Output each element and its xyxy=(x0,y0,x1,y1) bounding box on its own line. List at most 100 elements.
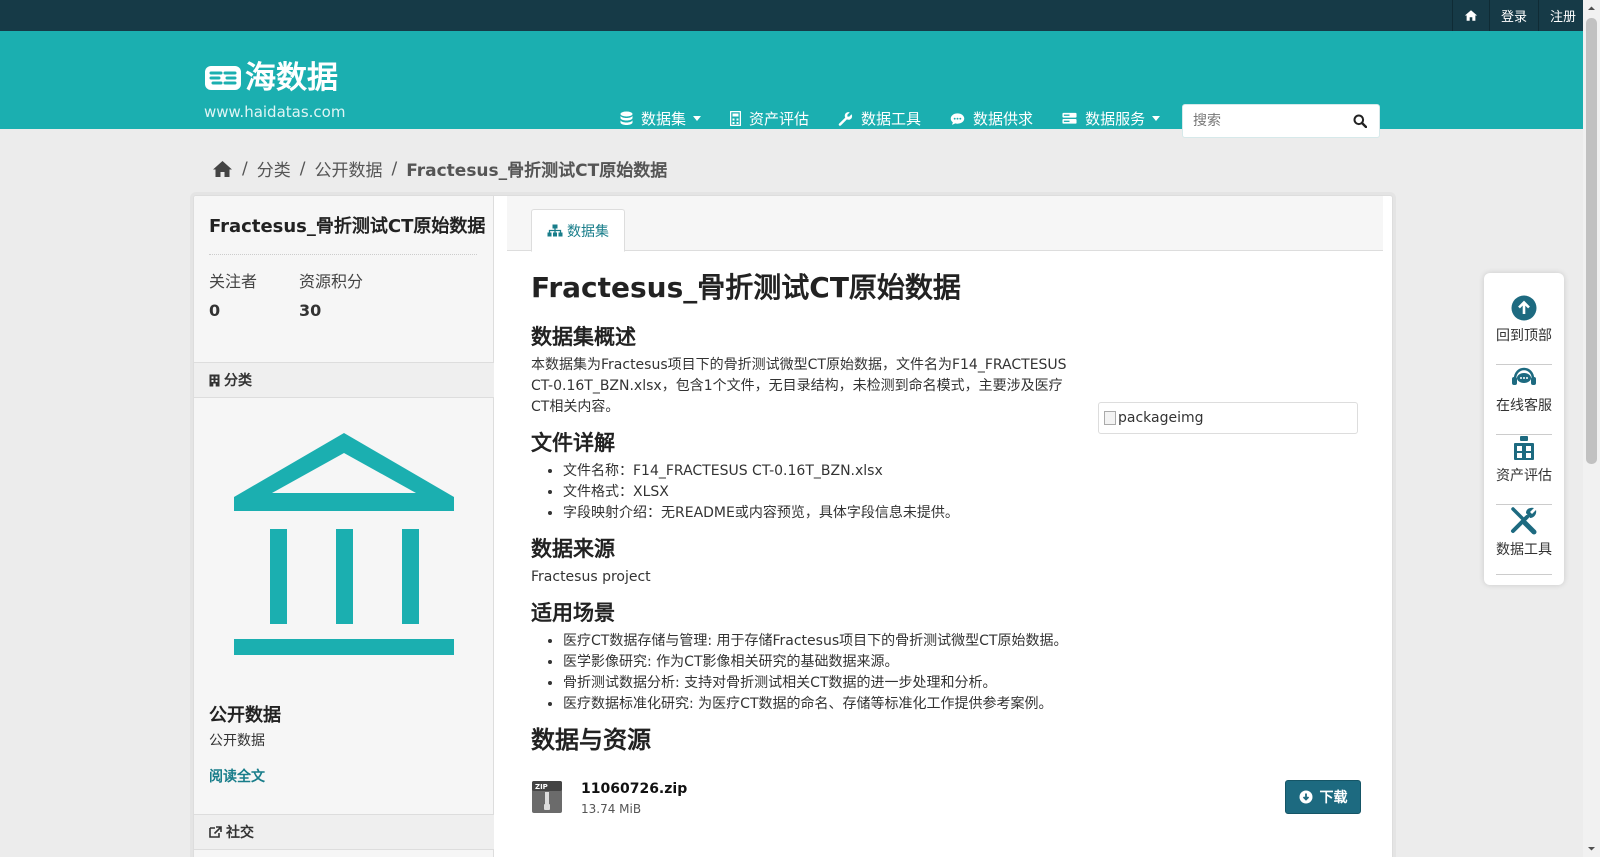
list-item: 文件格式：XLSX xyxy=(563,482,1361,503)
scroll-up-icon[interactable] xyxy=(1586,3,1597,14)
wrench-icon xyxy=(838,112,853,126)
usage-list: 医疗CT数据存储与管理: 用于存储Fractesus项目下的骨折测试微型CT原始… xyxy=(531,631,1361,715)
download-button[interactable]: 下载 xyxy=(1285,780,1361,814)
resource-item: ZIP 11060726.zip 13.74 MiB 下载 xyxy=(531,780,1361,840)
login-link[interactable]: 登录 xyxy=(1488,0,1538,31)
zip-badge-text: ZIP xyxy=(535,783,548,791)
download-label: 下载 xyxy=(1319,790,1348,806)
chevron-down-icon xyxy=(1152,116,1161,121)
headset-icon xyxy=(1512,367,1536,385)
data-tools-button[interactable]: 数据工具 xyxy=(1484,505,1564,575)
asset-assessment-label: 资产评估 xyxy=(1496,468,1552,484)
download-circle-icon xyxy=(1299,790,1312,804)
institution-icon[interactable] xyxy=(232,433,456,657)
assessment-icon xyxy=(1514,436,1534,460)
breadcrumb-separator: / xyxy=(299,158,306,179)
nav-supply-demand-label: 数据供求 xyxy=(973,110,1034,128)
list-item: 骨折测试数据分析: 支持对骨折测试相关CT数据的进一步处理和分析。 xyxy=(563,673,1361,694)
breadcrumb-separator: / xyxy=(391,158,398,179)
top-bar: 登录 注册 xyxy=(0,0,1600,31)
scrollbar[interactable] xyxy=(1583,0,1600,857)
account-links: 登录 注册 xyxy=(1451,0,1587,31)
organization-name: 公开数据 xyxy=(209,705,281,726)
category-header: 分类 xyxy=(194,362,494,398)
database-icon xyxy=(620,111,633,125)
search-icon xyxy=(1353,114,1367,128)
chevron-down-icon xyxy=(693,116,702,121)
data-tools-label: 数据工具 xyxy=(1496,542,1552,558)
source-text: Fractesus project xyxy=(531,569,651,585)
divider xyxy=(1496,574,1552,575)
social-header-label: 社交 xyxy=(226,825,254,841)
asset-assessment-button[interactable]: 资产评估 xyxy=(1484,435,1564,505)
scroll-down-icon[interactable] xyxy=(1586,843,1597,854)
nav-datasets[interactable]: 数据集 xyxy=(620,108,702,129)
logo-mark-icon xyxy=(205,66,241,90)
arrow-up-circle-icon xyxy=(1511,295,1537,321)
nav-supply-demand[interactable]: 数据供求 xyxy=(950,108,1033,129)
floating-toolbar: 回到顶部 在线客服 资产评估 数据工具 xyxy=(1484,273,1564,585)
breadcrumb-separator: / xyxy=(242,158,248,179)
list-item: 医疗数据标准化研究: 为医疗CT数据的命名、存储等标准化工作提供参考案例。 xyxy=(563,694,1361,715)
nav-data-services[interactable]: 数据服务 xyxy=(1062,108,1161,129)
nav-data-tools-label: 数据工具 xyxy=(861,110,922,128)
points-label: 资源积分 xyxy=(299,272,364,291)
resource-size: 13.74 MiB xyxy=(581,802,642,816)
nav-asset-assessment[interactable]: 资产评估 xyxy=(730,108,809,129)
main-nav: 数据集 资产评估 数据工具 数据供求 数据服务 xyxy=(620,108,1189,129)
package-image: packageimg xyxy=(1098,402,1358,434)
followers-count: 0 xyxy=(209,301,221,320)
list-item: 字段映射介绍：无README或内容预览，具体字段信息未提供。 xyxy=(563,503,1361,524)
points-value: 30 xyxy=(299,301,322,320)
building-icon xyxy=(209,374,220,386)
nav-asset-assessment-label: 资产评估 xyxy=(749,110,810,128)
brand-name: 海数据 xyxy=(245,60,338,96)
home-icon xyxy=(1464,10,1478,21)
nav-data-tools[interactable]: 数据工具 xyxy=(838,108,921,129)
online-service-button[interactable]: 在线客服 xyxy=(1484,365,1564,435)
search-button[interactable] xyxy=(1343,105,1377,137)
search-box xyxy=(1182,104,1380,138)
tab-dataset-label: 数据集 xyxy=(567,223,609,240)
tools-icon xyxy=(1511,507,1537,535)
home-link[interactable] xyxy=(1451,0,1489,31)
breadcrumb-current[interactable]: Fractesus_骨折测试CT原始数据 xyxy=(406,156,667,181)
page-wrapper: Fractesus_骨折测试CT原始数据 关注者 0 资源积分 30 分类 公开… xyxy=(193,195,1393,857)
back-to-top-label: 回到顶部 xyxy=(1496,328,1552,344)
source-heading: 数据来源 xyxy=(531,537,615,561)
masthead: 海数据 www.haidatas.com 数据集 资产评估 数据工具 数据供求 … xyxy=(0,31,1600,138)
chat-icon xyxy=(950,112,965,125)
overview-heading: 数据集概述 xyxy=(531,325,636,349)
tab-dataset[interactable]: 数据集 xyxy=(531,209,625,252)
read-more-link[interactable]: 阅读全文 xyxy=(209,766,265,786)
organization-description: 公开数据 xyxy=(209,733,265,749)
search-input[interactable] xyxy=(1183,106,1343,136)
scrollbar-thumb[interactable] xyxy=(1586,18,1597,464)
breadcrumb: / 分类 / 公开数据 / Fractesus_骨折测试CT原始数据 xyxy=(212,156,667,181)
site-logo[interactable]: 海数据 www.haidatas.com xyxy=(204,60,346,121)
home-icon[interactable] xyxy=(212,160,233,178)
broken-image-icon xyxy=(1104,411,1116,425)
social-header: 社交 xyxy=(194,814,494,850)
usage-heading: 适用场景 xyxy=(531,601,615,625)
brand-url: www.haidatas.com xyxy=(204,103,346,121)
followers-label: 关注者 xyxy=(209,272,258,291)
tab-bar: 数据集 xyxy=(507,196,1383,252)
category-header-label: 分类 xyxy=(224,373,252,389)
breadcrumb-organization[interactable]: 公开数据 xyxy=(314,156,382,181)
zip-file-icon[interactable]: ZIP xyxy=(531,780,563,814)
share-icon xyxy=(209,826,222,838)
list-item: 医学影像研究: 作为CT影像相关研究的基础数据来源。 xyxy=(563,652,1361,673)
register-link[interactable]: 注册 xyxy=(1537,0,1587,31)
list-item: 医疗CT数据存储与管理: 用于存储Fractesus项目下的骨折测试微型CT原始… xyxy=(563,631,1361,652)
back-to-top-button[interactable]: 回到顶部 xyxy=(1484,295,1564,365)
package-image-alt: packageimg xyxy=(1118,410,1204,426)
dataset-title: Fractesus_骨折测试CT原始数据 xyxy=(209,212,485,255)
online-service-label: 在线客服 xyxy=(1496,398,1552,414)
nav-data-services-label: 数据服务 xyxy=(1085,110,1146,128)
breadcrumb-category[interactable]: 分类 xyxy=(257,156,291,181)
main-content: 数据集 Fractesus_骨折测试CT原始数据 packageimg 数据集概… xyxy=(507,196,1383,857)
list-item: 文件名称：F14_FRACTESUS CT-0.16T_BZN.xlsx xyxy=(563,461,1361,482)
resource-name[interactable]: 11060726.zip xyxy=(581,781,687,797)
page-title: Fractesus_骨折测试CT原始数据 xyxy=(531,271,961,304)
